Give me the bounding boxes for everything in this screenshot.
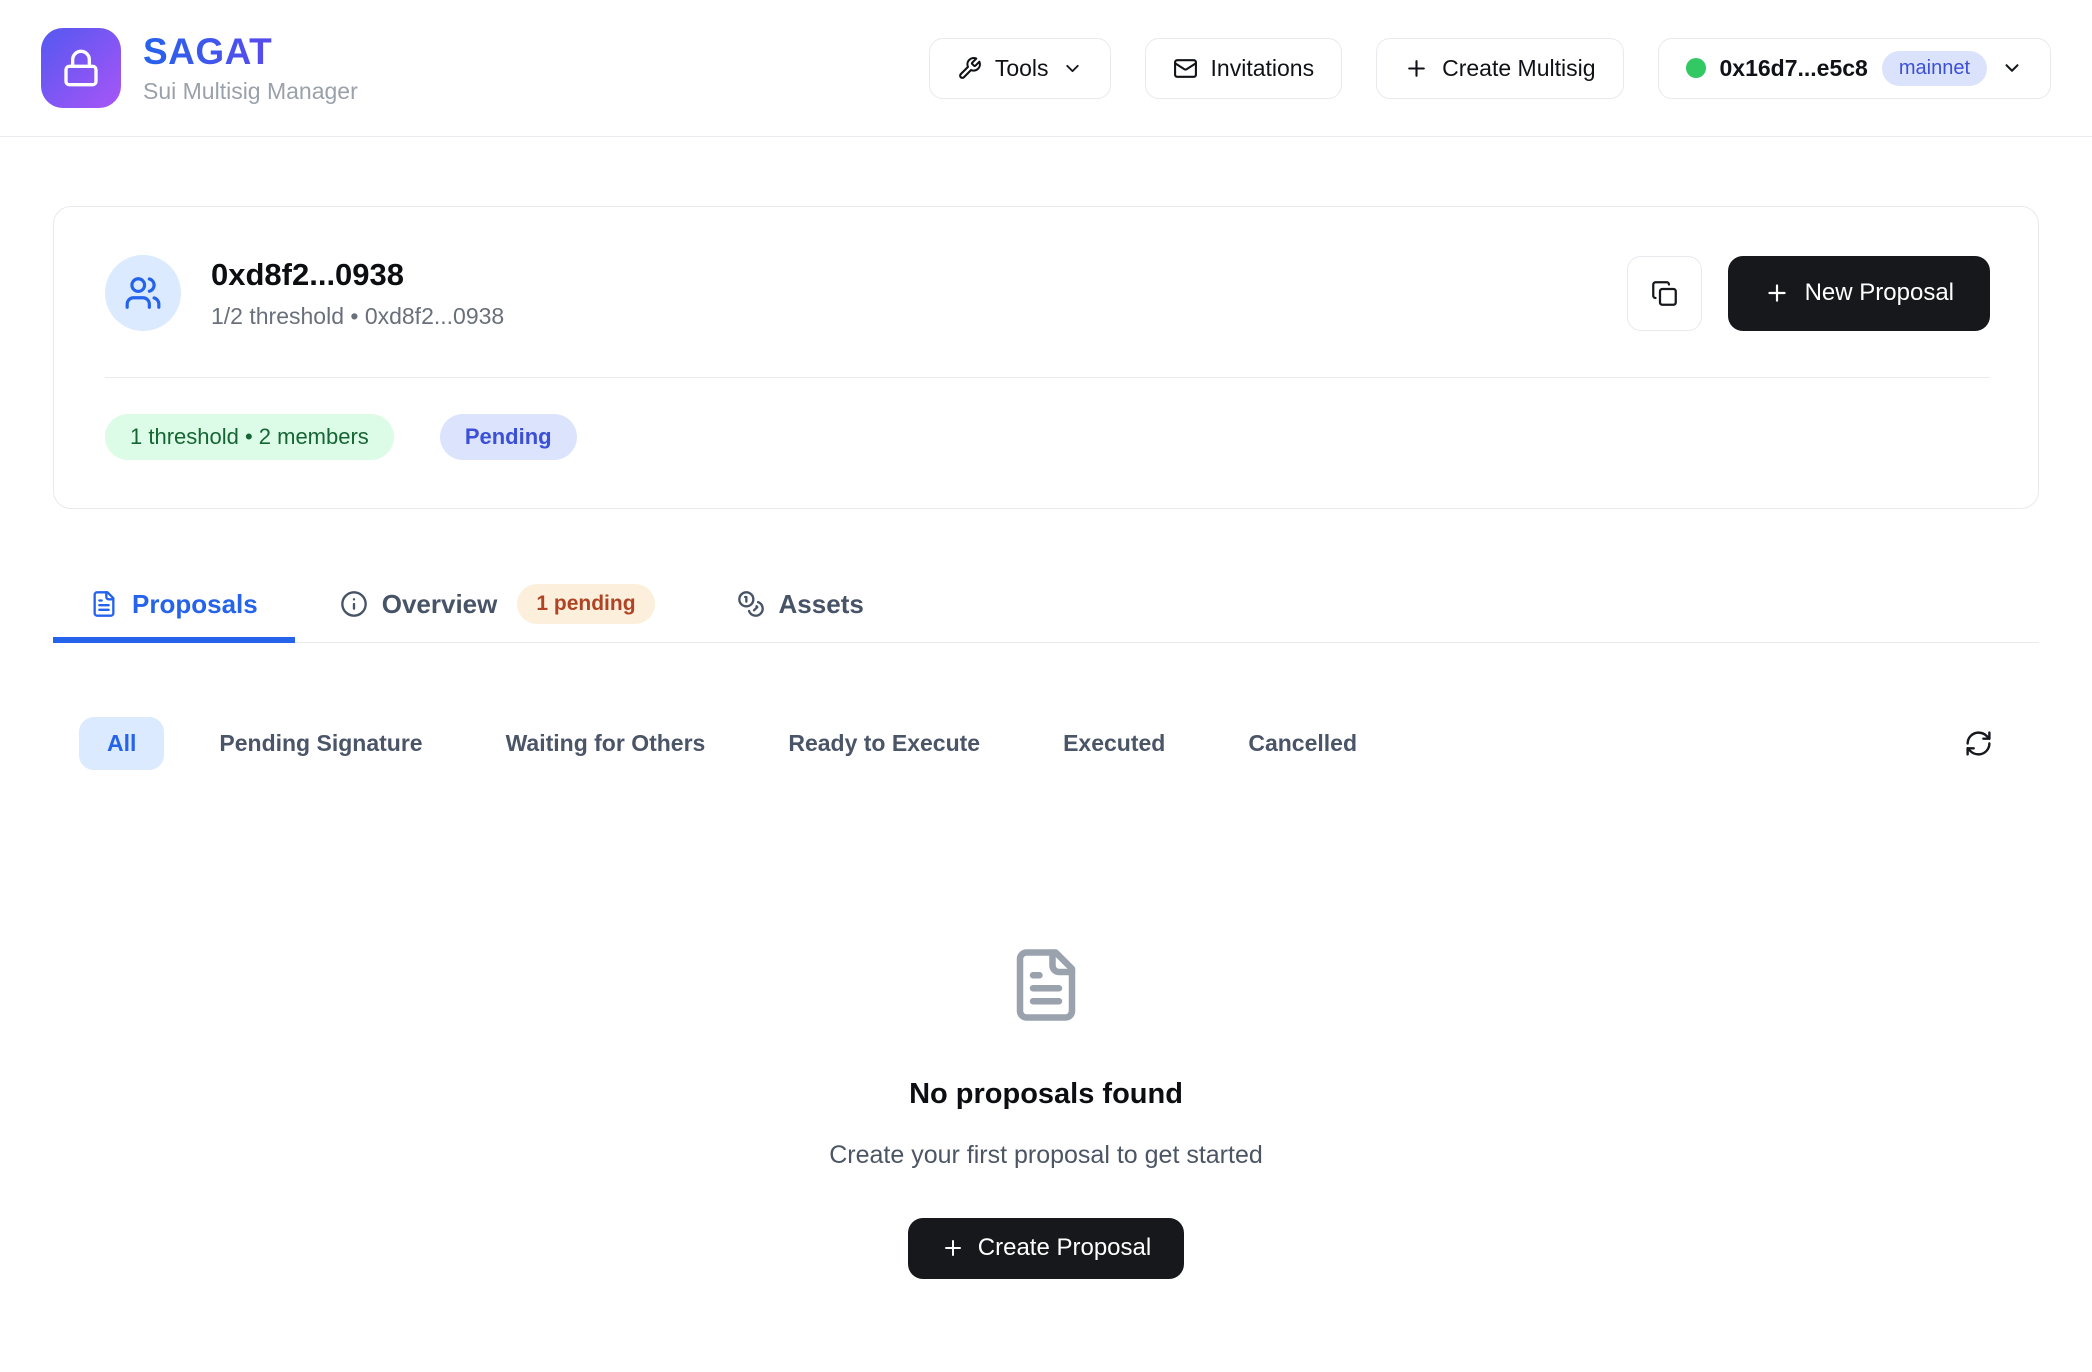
multisig-avatar [105, 255, 181, 331]
filter-all[interactable]: All [79, 717, 164, 770]
empty-state-subtitle: Create your first proposal to get starte… [829, 1141, 1263, 1170]
plus-icon [1404, 56, 1429, 81]
app-logo [41, 28, 121, 108]
invitations-button[interactable]: Invitations [1145, 38, 1343, 99]
brand-text: SAGAT Sui Multisig Manager [143, 31, 358, 105]
status-badge: Pending [440, 414, 577, 460]
chevron-down-icon [1062, 58, 1083, 79]
plus-icon [941, 1236, 965, 1260]
tab-label: Overview [382, 589, 498, 620]
multisig-card-actions: New Proposal [1627, 256, 1990, 331]
multisig-details: 1/2 threshold • 0xd8f2...0938 [211, 303, 504, 330]
refresh-button[interactable] [1954, 719, 2003, 768]
pending-count-badge: 1 pending [517, 584, 654, 624]
lock-icon [61, 48, 101, 88]
tab-assets[interactable]: Assets [700, 571, 901, 643]
tools-button[interactable]: Tools [929, 38, 1111, 99]
proposal-filters: All Pending Signature Waiting for Others… [53, 717, 2039, 770]
tab-label: Proposals [132, 589, 258, 620]
app-subtitle: Sui Multisig Manager [143, 78, 358, 105]
mail-icon [1173, 56, 1198, 81]
multisig-name: 0xd8f2...0938 [211, 257, 504, 293]
card-divider [105, 377, 1990, 378]
document-icon [1007, 946, 1085, 1024]
file-text-icon [90, 590, 118, 618]
wrench-icon [957, 56, 982, 81]
tab-bar: Proposals Overview 1 pending Assets [53, 571, 2039, 643]
filter-executed[interactable]: Executed [1035, 717, 1193, 770]
create-proposal-label: Create Proposal [978, 1234, 1151, 1262]
chevron-down-icon [2001, 57, 2023, 79]
empty-state-title: No proposals found [909, 1078, 1183, 1111]
header-actions: Tools Invitations Create Multisig [929, 38, 2051, 99]
top-header: SAGAT Sui Multisig Manager Tools [0, 0, 2092, 137]
new-proposal-label: New Proposal [1805, 279, 1954, 307]
create-multisig-label: Create Multisig [1442, 55, 1595, 82]
wallet-selector[interactable]: 0x16d7...e5c8 mainnet [1658, 38, 2052, 99]
network-badge: mainnet [1882, 51, 1987, 86]
plus-icon [1764, 280, 1790, 306]
multisig-card-header: 0xd8f2...0938 1/2 threshold • 0xd8f2...0… [105, 255, 1990, 331]
tools-label: Tools [995, 55, 1049, 82]
refresh-icon [1964, 729, 1993, 758]
brand: SAGAT Sui Multisig Manager [41, 28, 358, 108]
membership-badge: 1 threshold • 2 members [105, 414, 394, 460]
filter-waiting-for-others[interactable]: Waiting for Others [478, 717, 734, 770]
invitations-label: Invitations [1211, 55, 1315, 82]
info-icon [340, 590, 368, 618]
filter-ready-to-execute[interactable]: Ready to Execute [760, 717, 1008, 770]
app-title: SAGAT [143, 31, 358, 74]
wallet-address: 0x16d7...e5c8 [1720, 55, 1868, 82]
multisig-card: 0xd8f2...0938 1/2 threshold • 0xd8f2...0… [53, 206, 2039, 509]
users-icon [124, 274, 162, 312]
filter-pending-signature[interactable]: Pending Signature [191, 717, 450, 770]
new-proposal-button[interactable]: New Proposal [1728, 256, 1990, 331]
tab-label: Assets [779, 589, 864, 620]
tab-proposals[interactable]: Proposals [53, 571, 295, 643]
multisig-info: 0xd8f2...0938 1/2 threshold • 0xd8f2...0… [211, 257, 504, 330]
filter-cancelled[interactable]: Cancelled [1220, 717, 1385, 770]
create-multisig-button[interactable]: Create Multisig [1376, 38, 1623, 99]
create-proposal-button[interactable]: Create Proposal [908, 1218, 1184, 1279]
copy-icon [1651, 280, 1678, 307]
coins-icon [737, 590, 765, 618]
app-page: SAGAT Sui Multisig Manager Tools [0, 0, 2092, 1372]
copy-address-button[interactable] [1627, 256, 1702, 331]
online-status-dot [1686, 58, 1706, 78]
tab-overview[interactable]: Overview 1 pending [303, 571, 692, 643]
empty-state: No proposals found Create your first pro… [53, 946, 2039, 1279]
main-content: 0xd8f2...0938 1/2 threshold • 0xd8f2...0… [0, 137, 2092, 1279]
multisig-badges: 1 threshold • 2 members Pending [105, 414, 1990, 460]
